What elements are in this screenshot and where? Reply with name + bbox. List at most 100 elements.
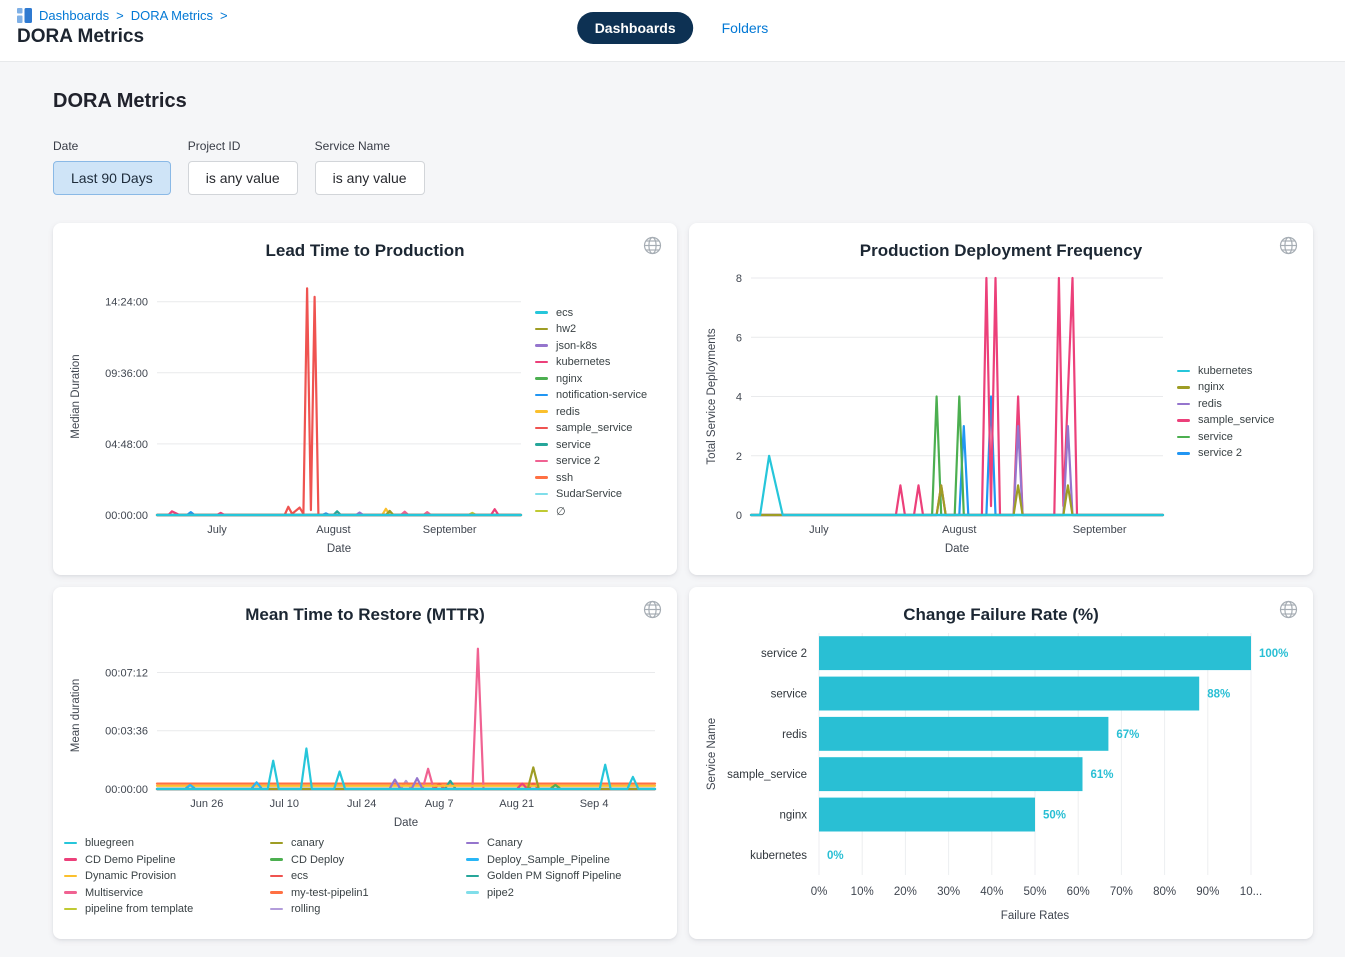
svg-text:09:36:00: 09:36:00: [105, 368, 148, 380]
svg-text:Median Duration: Median Duration: [70, 354, 82, 438]
svg-text:00:03:36: 00:03:36: [105, 726, 148, 738]
deployment-frequency-legend: kubernetes nginx redis sample_serviceservic…: [1171, 263, 1299, 561]
series-color-swatch: [466, 858, 479, 861]
legend-item[interactable]: nginx: [1177, 381, 1299, 393]
filter-service-name: Service Name is any value: [315, 139, 425, 195]
legend-item[interactable]: Canary: [466, 837, 666, 849]
legend-label: CD Demo Pipeline: [85, 854, 175, 866]
legend-label: my-test-pipelin1: [291, 887, 369, 899]
legend-item[interactable]: Dynamic Provision: [64, 870, 260, 882]
globe-icon: [643, 236, 662, 255]
legend-item[interactable]: service: [535, 439, 663, 451]
legend-item[interactable]: service 2: [535, 455, 663, 467]
legend-item[interactable]: service: [1177, 431, 1299, 443]
legend-label: ecs: [556, 307, 573, 319]
top-bar: Dashboards > DORA Metrics > DORA Metrics…: [0, 0, 1345, 62]
legend-item[interactable]: redis: [1177, 398, 1299, 410]
svg-text:July: July: [809, 524, 829, 536]
svg-text:00:00:00: 00:00:00: [105, 784, 148, 796]
tab-folders[interactable]: Folders: [722, 20, 769, 36]
view-tabs: Dashboards Folders: [577, 12, 769, 44]
filter-project-id: Project ID is any value: [188, 139, 298, 195]
series-color-swatch: [64, 891, 77, 894]
card-change-failure-rate: Change Failure Rate (%) 0%10%20%30%40%50…: [689, 587, 1313, 939]
legend-label: SudarService: [556, 488, 622, 500]
filter-date-value-button[interactable]: Last 90 Days: [53, 161, 171, 195]
legend-item[interactable]: kubernetes: [535, 356, 663, 368]
svg-text:00:00:00: 00:00:00: [105, 510, 148, 522]
legend-item[interactable]: Deploy_Sample_Pipeline: [466, 854, 666, 866]
legend-item[interactable]: Golden PM Signoff Pipeline: [466, 870, 666, 882]
legend-item[interactable]: nginx: [535, 373, 663, 385]
series-color-swatch: [270, 891, 283, 894]
tab-dashboards[interactable]: Dashboards: [577, 12, 694, 44]
series-color-swatch: [270, 875, 283, 878]
legend-item[interactable]: sample_service: [1177, 414, 1299, 426]
svg-text:8: 8: [736, 273, 742, 285]
legend-item[interactable]: pipe2: [466, 887, 666, 899]
legend-label: canary: [291, 837, 324, 849]
filter-service-name-label: Service Name: [315, 139, 425, 153]
legend-item[interactable]: service 2: [1177, 447, 1299, 459]
chart-title: Mean Time to Restore (MTTR): [67, 605, 663, 625]
legend-item[interactable]: json-k8s: [535, 340, 663, 352]
legend-item[interactable]: sample_service: [535, 422, 663, 434]
legend-item[interactable]: hw2: [535, 323, 663, 335]
legend-item[interactable]: ecs: [270, 870, 456, 882]
svg-text:0%: 0%: [827, 850, 844, 862]
legend-item[interactable]: pipeline from template: [64, 903, 260, 915]
svg-text:40%: 40%: [980, 886, 1003, 898]
legend-label: json-k8s: [556, 340, 597, 352]
series-color-swatch: [466, 842, 479, 845]
svg-text:Date: Date: [945, 543, 969, 555]
svg-text:90%: 90%: [1196, 886, 1219, 898]
legend-item[interactable]: redis: [535, 406, 663, 418]
legend-label: notification-service: [556, 389, 647, 401]
deployment-frequency-chart-plot: 02468JulyAugustSeptemberDateTotal Servic…: [703, 263, 1171, 559]
svg-text:redis: redis: [782, 729, 807, 741]
breadcrumb-link-dora-metrics[interactable]: DORA Metrics: [131, 8, 213, 23]
lead-time-legend: ecs hw2 json-k8s kubernetes nginx notificatio…: [529, 263, 663, 561]
legend-item[interactable]: CD Deploy: [270, 854, 456, 866]
series-color-swatch: [64, 875, 77, 878]
legend-item[interactable]: canary: [270, 837, 456, 849]
filter-project-id-value-button[interactable]: is any value: [188, 161, 298, 195]
filter-service-name-value-button[interactable]: is any value: [315, 161, 425, 195]
filter-date-label: Date: [53, 139, 171, 153]
svg-text:August: August: [942, 524, 976, 536]
legend-item[interactable]: rolling: [270, 903, 456, 915]
series-color-swatch: [535, 311, 548, 314]
legend-item[interactable]: SudarService: [535, 488, 663, 500]
legend-item[interactable]: kubernetes: [1177, 365, 1299, 377]
svg-text:50%: 50%: [1043, 810, 1066, 822]
legend-item[interactable]: Multiservice: [64, 887, 260, 899]
cards-grid: Lead Time to Production 00:00:0004:48:00…: [53, 223, 1313, 939]
chart-title: Production Deployment Frequency: [703, 241, 1299, 261]
legend-item[interactable]: CD Demo Pipeline: [64, 854, 260, 866]
legend-item[interactable]: ∅: [535, 505, 663, 518]
series-color-swatch: [466, 891, 479, 894]
svg-text:Failure Rates: Failure Rates: [1001, 910, 1070, 922]
breadcrumb-link-dashboards[interactable]: Dashboards: [39, 8, 109, 23]
svg-text:sample_service: sample_service: [727, 769, 807, 781]
filter-project-id-label: Project ID: [188, 139, 298, 153]
svg-text:September: September: [423, 524, 477, 536]
series-color-swatch: [535, 394, 548, 397]
legend-label: sample_service: [1198, 414, 1274, 426]
svg-text:July: July: [207, 524, 227, 536]
breadcrumb-separator: >: [116, 8, 124, 23]
legend-item[interactable]: notification-service: [535, 389, 663, 401]
svg-text:100%: 100%: [1259, 648, 1288, 660]
svg-text:10%: 10%: [851, 886, 874, 898]
legend-item[interactable]: bluegreen: [64, 837, 260, 849]
series-color-swatch: [270, 858, 283, 861]
series-color-swatch: [64, 842, 77, 845]
legend-label: ssh: [556, 472, 573, 484]
legend-item[interactable]: my-test-pipelin1: [270, 887, 456, 899]
series-color-swatch: [1177, 370, 1190, 373]
legend-label: pipeline from template: [85, 903, 193, 915]
legend-item[interactable]: ssh: [535, 472, 663, 484]
dashboard-heading: DORA Metrics: [53, 90, 1313, 113]
legend-label: Dynamic Provision: [85, 870, 176, 882]
legend-item[interactable]: ecs: [535, 307, 663, 319]
